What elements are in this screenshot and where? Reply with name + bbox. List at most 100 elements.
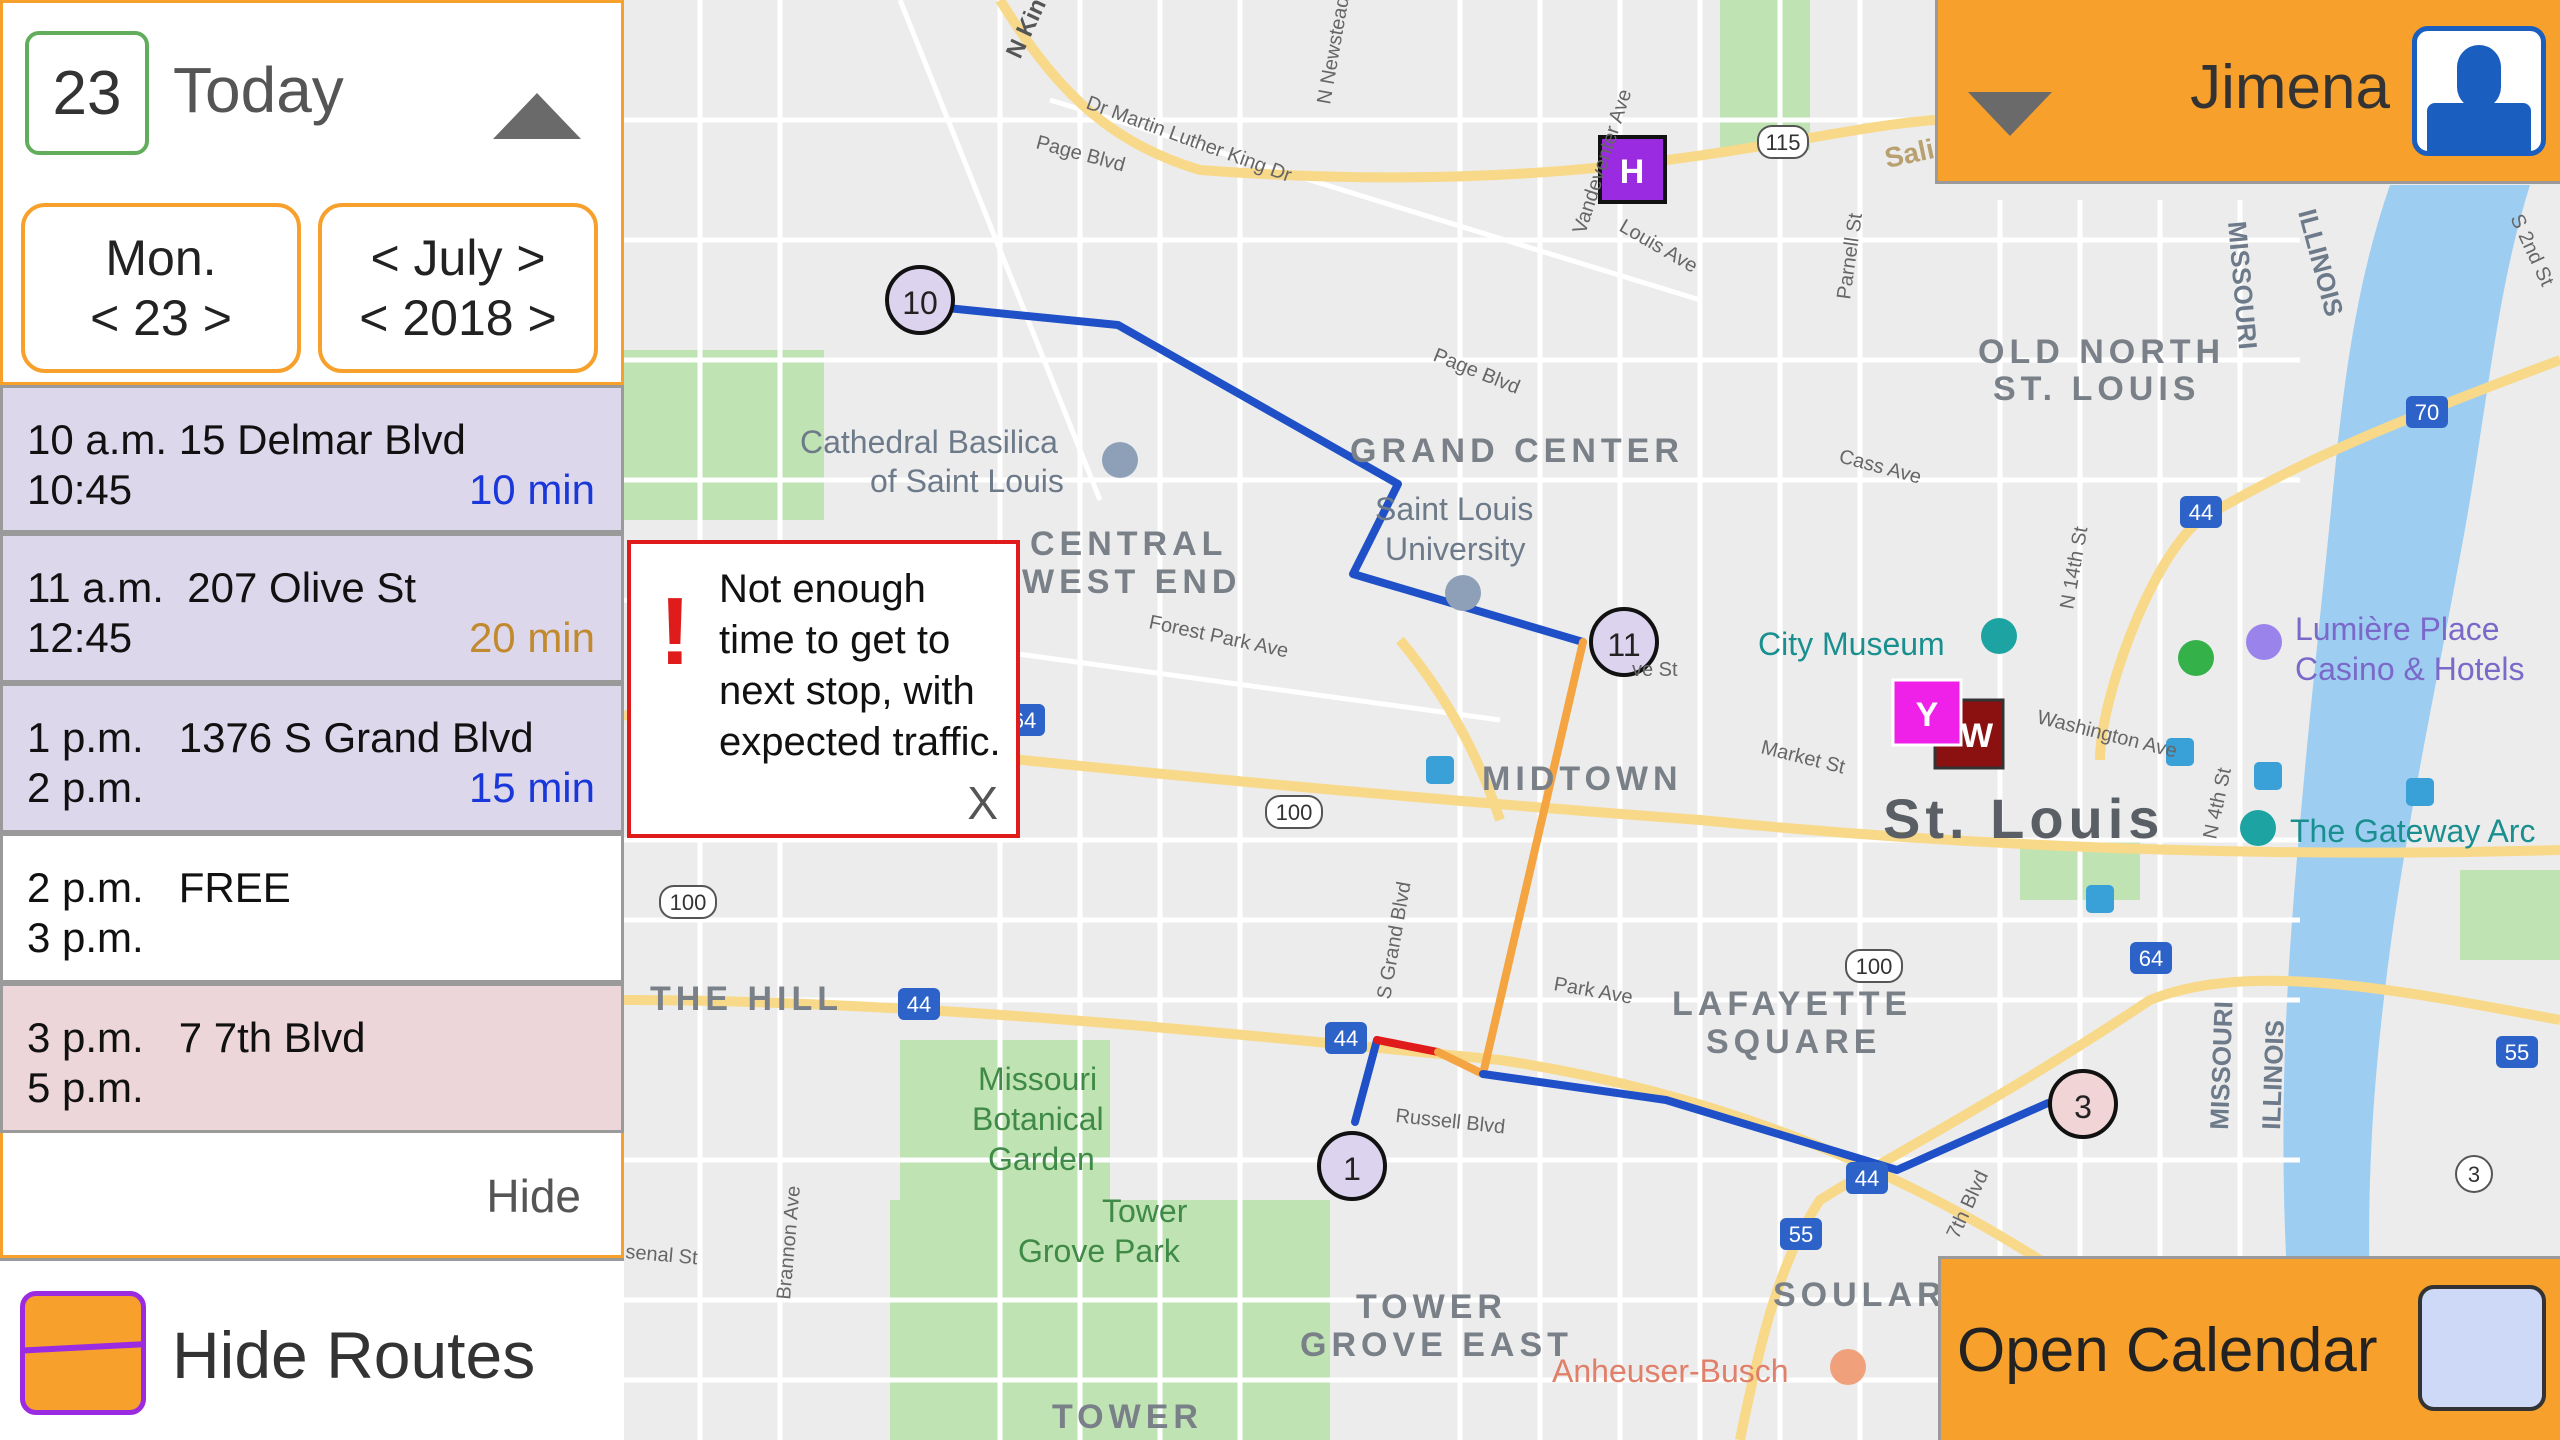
warning-icon: ! (659, 578, 691, 685)
svg-text:100: 100 (1856, 954, 1893, 979)
today-label[interactable]: Today (173, 53, 344, 127)
warning-message: Not enough time to get to next stop, wit… (719, 567, 1001, 764)
svg-text:44: 44 (907, 992, 931, 1017)
poi-city-museum: City Museum (1758, 626, 1945, 662)
routes-toggle-icon[interactable] (20, 1291, 146, 1415)
highway-shield: 115 (1757, 125, 1809, 159)
svg-text:64: 64 (2139, 946, 2163, 971)
museum-icon (1981, 618, 2017, 654)
svg-text:11: 11 (1607, 627, 1640, 663)
church-icon (1102, 442, 1138, 478)
hide-schedule-button[interactable]: Hide (486, 1169, 581, 1223)
user-panel[interactable]: Jimena (1935, 0, 2560, 184)
poi-botanical-garden: Missouri (978, 1061, 1097, 1097)
stop-10[interactable]: 10 (885, 265, 955, 335)
transit-icon (2406, 778, 2434, 806)
highway-shield: 55 (2496, 1036, 2538, 1068)
event-start-address: 2 p.m. FREE (27, 864, 291, 911)
highway-shield: 3 (2455, 1155, 2493, 1193)
avatar-body (2427, 103, 2531, 151)
open-calendar-label[interactable]: Open Calendar (1957, 1315, 2378, 1386)
landmark-icon (2240, 810, 2276, 846)
svg-text:10: 10 (902, 285, 938, 321)
svg-text:44: 44 (2189, 500, 2213, 525)
poi-tower-grove-park: Tower (1102, 1193, 1188, 1229)
label-central-west-end: WEST END (1022, 563, 1241, 601)
event-start-address: 10 a.m. 15 Delmar Blvd (27, 416, 466, 463)
svg-text:ve St: ve St (1632, 659, 1678, 681)
highway-shield: 44 (1325, 1022, 1367, 1054)
highway-shield: 100 (1845, 949, 1903, 983)
label-grand-center: GRAND CENTER (1350, 432, 1684, 470)
day-number-badge[interactable]: 23 (25, 31, 149, 155)
month-year-picker-button[interactable]: < July > < 2018 > (318, 203, 598, 373)
poi-anheuser-busch: Anheuser-Busch (1552, 1353, 1789, 1389)
highway-shield: 100 (1265, 795, 1323, 829)
schedule-item-free[interactable]: 2 p.m. FREE 3 p.m. (0, 833, 624, 983)
schedule-item[interactable]: 3 p.m. 7 7th Blvd 5 p.m. (0, 983, 624, 1133)
transit-icon (2254, 762, 2282, 790)
park-icon (2178, 640, 2214, 676)
svg-text:W: W (1961, 717, 1994, 755)
highway-shield: 44 (2180, 496, 2222, 528)
svg-text:55: 55 (2505, 1040, 2529, 1065)
svg-text:H: H (1620, 153, 1645, 191)
park-area (624, 350, 824, 520)
event-end-time: 2 p.m. (27, 764, 144, 811)
avatar-head (2457, 45, 2501, 109)
user-name[interactable]: Jimena (2190, 52, 2390, 123)
event-end-time: 12:45 (27, 614, 133, 661)
transit-icon (2086, 885, 2114, 913)
svg-text:ILLINOIS: ILLINOIS (2256, 1019, 2290, 1130)
event-end-time: 3 p.m. (27, 914, 144, 961)
schedule-item[interactable]: 10 a.m. 15 Delmar Blvd 10:45 10 min (0, 385, 624, 533)
poi-botanical-garden: Garden (988, 1141, 1095, 1177)
event-start-address: 1 p.m. 1376 S Grand Blvd (27, 714, 534, 761)
casino-icon (2246, 624, 2282, 660)
label-central-west-end: CENTRAL (1030, 525, 1227, 563)
label-lafayette-square: SQUARE (1706, 1023, 1881, 1061)
label-the-hill: THE HILL (650, 980, 843, 1018)
label-old-north-st-louis: ST. LOUIS (1993, 370, 2200, 408)
svg-text:70: 70 (2415, 400, 2439, 425)
hide-routes-toggle[interactable]: Hide Routes (0, 1258, 624, 1440)
traffic-warning-popup: ! Not enough time to get to next stop, w… (627, 540, 1020, 838)
label-lafayette-square: LAFAYETTE (1672, 985, 1912, 1023)
event-end-time: 10:45 (27, 466, 133, 513)
schedule-item[interactable]: 1 p.m. 1376 S Grand Blvd 2 p.m. 15 min (0, 683, 624, 833)
stop-3[interactable]: 3 (2048, 1069, 2118, 1139)
stop-1[interactable]: 1 (1317, 1131, 1387, 1201)
collapse-up-icon[interactable] (493, 93, 581, 139)
hide-routes-label[interactable]: Hide Routes (172, 1317, 535, 1393)
poi-gateway-arch: The Gateway Arc (2290, 813, 2535, 849)
label-tower-grove-east: TOWER (1356, 1288, 1507, 1326)
highway-shield: 55 (1780, 1218, 1822, 1250)
close-warning-button[interactable]: X (967, 776, 998, 830)
weekday-label: Mon. (105, 230, 217, 286)
user-avatar-icon[interactable] (2412, 26, 2546, 156)
label-tower: TOWER (1052, 1398, 1203, 1436)
label-old-north-st-louis: OLD NORTH (1978, 333, 2225, 371)
location-marker-y[interactable]: Y (1891, 678, 1963, 747)
day-picker-button[interactable]: Mon. < 23 > (21, 203, 301, 373)
month-stepper[interactable]: < July > (370, 228, 545, 288)
poi-slu: University (1385, 531, 1525, 567)
event-start-address: 3 p.m. 7 7th Blvd (27, 1014, 366, 1061)
event-start-address: 11 a.m. 207 Olive St (27, 564, 417, 611)
calendar-icon[interactable] (2418, 1285, 2546, 1411)
svg-text:100: 100 (670, 890, 707, 915)
poi-slu: Saint Louis (1375, 491, 1533, 527)
year-stepper[interactable]: < 2018 > (359, 288, 556, 348)
highway-shield: 100 (659, 885, 717, 919)
day-stepper[interactable]: < 23 > (90, 288, 232, 348)
schedule-item[interactable]: 11 a.m. 207 Olive St 12:45 20 min (0, 533, 624, 683)
svg-text:44: 44 (1855, 1166, 1879, 1191)
schedule-sidebar: 23 Today Mon. < 23 > < July > < 2018 > 1… (0, 0, 624, 1440)
university-icon (1445, 575, 1481, 611)
open-calendar-button[interactable]: Open Calendar (1938, 1256, 2560, 1440)
poi-botanical-garden: Botanical (972, 1101, 1104, 1137)
chevron-down-icon[interactable] (1968, 92, 2052, 136)
hide-row: Hide (0, 1133, 624, 1258)
date-panel: 23 Today Mon. < 23 > < July > < 2018 > (0, 0, 624, 385)
travel-duration: 10 min (468, 466, 595, 513)
